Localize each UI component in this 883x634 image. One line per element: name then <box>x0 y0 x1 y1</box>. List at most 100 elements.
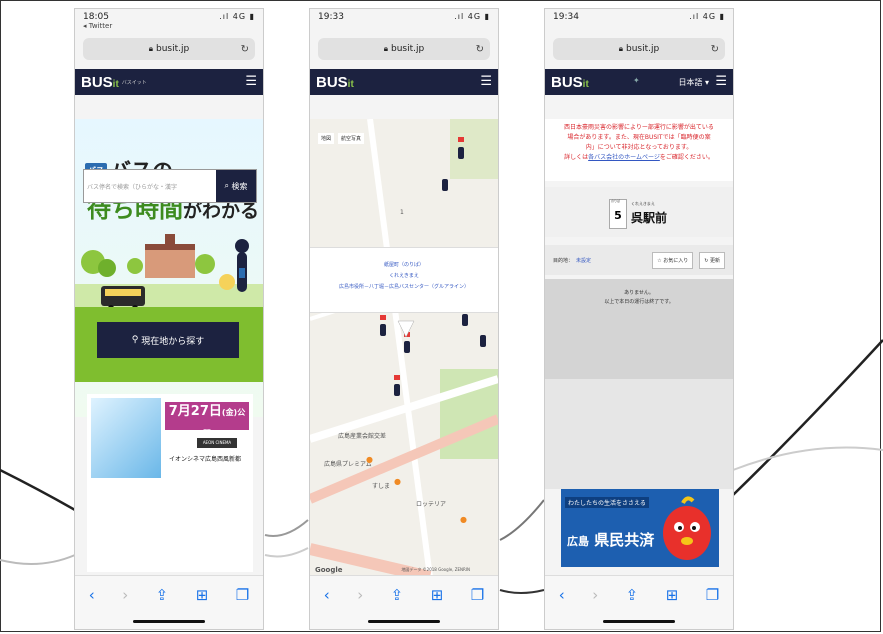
tabs-icon[interactable]: ❐ <box>236 586 249 604</box>
mascot-image <box>663 496 711 560</box>
info-stop-kana: くれえきまえ <box>389 273 419 279</box>
bus-map[interactable]: 地図 航空写真 1 紙屋町（のりば） くれえきまえ 広島市役所－八丁堀－広島バス… <box>310 119 498 577</box>
pin-icon[interactable]: ✦ <box>633 76 640 85</box>
url-text: busit.jp <box>391 44 425 54</box>
ad-caption: わたしたちの生活をささえる <box>565 497 649 508</box>
movie-ad-banner[interactable]: 7月27日(金)公開 AEON CINEMA イオンシネマ広島西風新都 <box>87 394 253 572</box>
phone-screen-map: 19:33 .ıl 4G ▮ 🔒︎ busit.jp ↻ BUSit ☰ 地図 … <box>309 8 499 630</box>
busit-logo[interactable]: BUSit <box>316 74 354 91</box>
back-arrow-icon[interactable]: ‹ <box>324 586 330 604</box>
service-notice: 西日本豪雨災害の影響によりー部運行に影響が出ている 場合があります。また、現在B… <box>545 119 733 181</box>
bus-stop-header: 5 のりば くれえきまえ 呉駅前 <box>545 187 733 237</box>
insurance-ad-banner[interactable]: わたしたちの生活をささえる 広島 県民共済 <box>561 489 719 567</box>
stop-name-kana: くれえきまえ <box>631 201 655 206</box>
map-label: 1 <box>400 209 404 216</box>
hamburger-menu-icon[interactable]: ☰ <box>715 74 727 89</box>
ad-release-date: 7月27日(金)公開 <box>165 402 249 438</box>
search-input[interactable]: バス停名で検索（ひらがな・漢字 <box>84 170 216 202</box>
notice-line: 詳しくは各バス会社のホームページをご確認ください。 <box>564 154 714 161</box>
empty-area <box>545 379 733 489</box>
reload-icon[interactable]: ↻ <box>711 44 719 55</box>
status-bar: 19:34 .ıl 4G ▮ <box>545 9 733 35</box>
url-text: busit.jp <box>626 44 660 54</box>
bus-company-link[interactable]: 各バス会社のホームページ <box>588 154 660 161</box>
stop-controls: 目的地： 未設定 ☆ お気に入り ↻ 更新 <box>545 245 733 275</box>
address-bar[interactable]: 🔒︎ busit.jp ↻ <box>83 38 255 60</box>
lock-icon: 🔒︎ <box>618 44 624 53</box>
notice-line: 西日本豪雨災害の影響によりー部運行に影響が出ている <box>564 124 714 131</box>
ad-cinema-name: イオンシネマ広島西風新都 <box>169 456 242 463</box>
site-header: BUSit バスイット ☰ <box>75 69 263 95</box>
refresh-button[interactable]: ↻ 更新 <box>699 251 725 269</box>
language-selector[interactable]: 日本語 ▾ <box>678 77 709 88</box>
status-time: 19:33 <box>318 12 344 22</box>
bookmarks-icon[interactable]: ⊞ <box>431 586 444 604</box>
reload-icon[interactable]: ↻ <box>476 44 484 55</box>
favorite-button[interactable]: ☆ お気に入り <box>652 251 694 269</box>
forward-arrow-icon[interactable]: › <box>122 586 128 604</box>
map-copyright: 地図データ ©2018 Google, ZENRIN <box>401 567 470 572</box>
forward-arrow-icon[interactable]: › <box>592 586 598 604</box>
map-label: 広島産業会館交差 <box>338 433 387 440</box>
poi-marker-icon[interactable]: ● <box>366 455 373 464</box>
tabs-icon[interactable]: ❐ <box>471 586 484 604</box>
search-by-location-button[interactable]: ⚲ 現在地から探す <box>97 322 239 358</box>
platform-label: のりば <box>611 199 621 203</box>
result-text: ありません。 <box>624 290 654 296</box>
town-illustration <box>75 234 263 319</box>
tabs-icon[interactable]: ❐ <box>706 586 719 604</box>
status-bar: 19:33 .ıl 4G ▮ <box>310 9 498 35</box>
back-arrow-icon[interactable]: ‹ <box>89 586 95 604</box>
info-route: 広島市役所－八丁堀－広島バスセンター（グルアライン） <box>338 284 469 290</box>
signal-indicator: .ıl 4G ▮ <box>219 12 255 21</box>
stop-info-popup[interactable]: 紙屋町（のりば） くれえきまえ 広島市役所－八丁堀－広島バスセンター（グルアライ… <box>310 247 498 313</box>
back-arrow-icon[interactable]: ‹ <box>559 586 565 604</box>
lock-icon: 🔒︎ <box>148 44 154 53</box>
timetable-result: ありません。 以上で本日の運行は終了です。 <box>545 279 733 379</box>
signal-indicator: .ıl 4G ▮ <box>454 12 490 21</box>
share-icon[interactable]: ⇪ <box>156 586 169 604</box>
busit-logo[interactable]: BUSit <box>81 74 119 91</box>
location-pin-icon: ⚲ <box>131 335 139 345</box>
share-icon[interactable]: ⇪ <box>391 586 404 604</box>
phone-screen-stop-detail: 19:34 .ıl 4G ▮ 🔒︎ busit.jp ↻ BUSit ✦ 日本語… <box>544 8 734 630</box>
ad-cinema-logo: AEON CINEMA <box>197 438 237 448</box>
search-icon: ⌕ <box>224 181 229 190</box>
notice-line: 内」について非対応となっております。 <box>585 144 693 151</box>
home-indicator <box>133 620 205 623</box>
info-stop-name: 紙屋町（のりば） <box>383 262 424 268</box>
status-time: 18:05 <box>83 12 109 22</box>
address-bar[interactable]: 🔒︎ busit.jp ↻ <box>553 38 725 60</box>
map-label: ロッテリア <box>416 501 447 508</box>
bookmarks-icon[interactable]: ⊞ <box>666 586 679 604</box>
status-bar: 18:05 ◂ Twitter .ıl 4G ▮ <box>75 9 263 35</box>
search-button[interactable]: ⌕ 検索 <box>216 170 256 202</box>
poi-marker-icon[interactable]: ● <box>460 515 467 524</box>
stop-name: 呉駅前 <box>631 211 668 225</box>
ad-image <box>91 398 161 478</box>
forward-arrow-icon[interactable]: › <box>357 586 363 604</box>
poi-marker-icon[interactable]: ● <box>394 477 401 486</box>
lock-icon: 🔒︎ <box>383 44 389 53</box>
share-icon[interactable]: ⇪ <box>626 586 639 604</box>
ad-brand: 広島 県民共済 <box>567 531 655 549</box>
hamburger-menu-icon[interactable]: ☰ <box>245 74 257 89</box>
back-to-app-link[interactable]: ◂ Twitter <box>83 22 112 30</box>
hamburger-menu-icon[interactable]: ☰ <box>480 74 492 89</box>
status-time: 19:34 <box>553 12 579 22</box>
logo-subtitle: バスイット <box>121 79 147 86</box>
destination-field[interactable]: 目的地： 未設定 <box>553 257 646 264</box>
satellite-view-tab[interactable]: 航空写真 <box>338 133 365 144</box>
map-view-tab[interactable]: 地図 <box>318 133 335 144</box>
map-roads <box>310 119 498 577</box>
phone-screen-home: 18:05 ◂ Twitter .ıl 4G ▮ 🔒︎ busit.jp ↻ B… <box>74 8 264 630</box>
url-text: busit.jp <box>156 44 190 54</box>
bookmarks-icon[interactable]: ⊞ <box>196 586 209 604</box>
address-bar[interactable]: 🔒︎ busit.jp ↻ <box>318 38 490 60</box>
busit-logo[interactable]: BUSit <box>551 74 589 91</box>
site-header: BUSit ☰ <box>310 69 498 95</box>
map-label: 広島県プレミアム <box>324 461 372 468</box>
home-indicator <box>368 620 440 623</box>
reload-icon[interactable]: ↻ <box>241 44 249 55</box>
google-logo: Google <box>315 566 343 574</box>
